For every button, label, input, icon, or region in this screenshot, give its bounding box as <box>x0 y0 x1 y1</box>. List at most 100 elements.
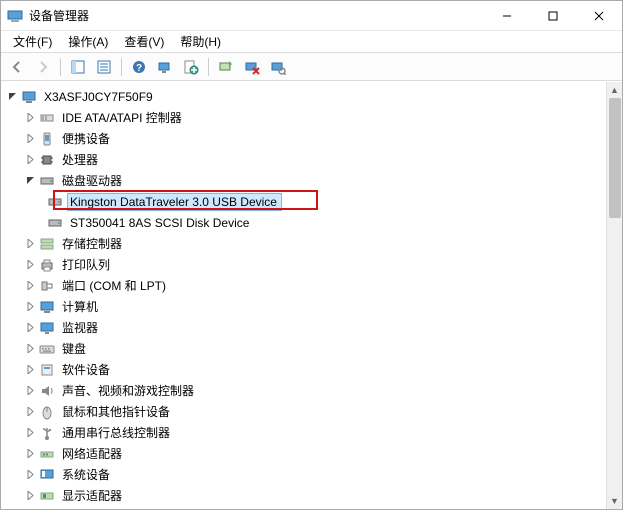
system-icon <box>39 467 55 483</box>
tree-category[interactable]: 打印队列 <box>5 254 606 275</box>
tree-category-label: 便携设备 <box>59 128 115 149</box>
menu-view[interactable]: 查看(V) <box>116 31 172 52</box>
toolbar-back-button[interactable] <box>5 56 29 78</box>
expander-icon[interactable] <box>23 342 37 356</box>
tree-category-label: 通用串行总线控制器 <box>59 422 175 443</box>
tree-category[interactable]: 监视器 <box>5 317 606 338</box>
disk-icon <box>47 194 63 210</box>
device-tree[interactable]: X3ASFJ0CY7F50F9 IDE ATA/ATAPI 控制器 便携设备 处… <box>1 82 606 509</box>
tree-category[interactable]: 便携设备 <box>5 128 606 149</box>
minimize-button[interactable] <box>484 1 530 31</box>
scroll-track[interactable] <box>607 98 623 493</box>
tree-category[interactable]: 鼠标和其他指针设备 <box>5 401 606 422</box>
toolbar-separator <box>60 58 61 76</box>
display-adapter-icon <box>39 488 55 504</box>
tree-category-label: 计算机 <box>59 296 103 317</box>
tree-category[interactable]: 软件设备 <box>5 359 606 380</box>
expander-icon[interactable] <box>23 237 37 251</box>
tree-category-label: 显示适配器 <box>59 485 127 506</box>
expander-icon[interactable] <box>23 111 37 125</box>
tree-root-label: X3ASFJ0CY7F50F9 <box>41 88 158 106</box>
tree-category-label: IDE ATA/ATAPI 控制器 <box>59 107 187 128</box>
toolbar-separator <box>208 58 209 76</box>
toolbar-scan-hardware-button[interactable] <box>266 56 290 78</box>
toolbar-uninstall-button[interactable] <box>240 56 264 78</box>
maximize-button[interactable] <box>530 1 576 31</box>
disk-drive-icon <box>39 173 55 189</box>
tree-category[interactable]: 存储控制器 <box>5 233 606 254</box>
tree-category-label: 鼠标和其他指针设备 <box>59 401 175 422</box>
tree-category[interactable]: IDE ATA/ATAPI 控制器 <box>5 107 606 128</box>
toolbar-scan-button[interactable] <box>153 56 177 78</box>
sound-icon <box>39 383 55 399</box>
toolbar-forward-button[interactable] <box>31 56 55 78</box>
tree-category[interactable]: 端口 (COM 和 LPT) <box>5 275 606 296</box>
expander-icon[interactable] <box>23 174 37 188</box>
menubar: 文件(F) 操作(A) 查看(V) 帮助(H) <box>1 31 622 53</box>
tree-device[interactable]: ST350041 8AS SCSI Disk Device <box>5 212 606 233</box>
printer-icon <box>39 257 55 273</box>
expander-icon[interactable] <box>23 489 37 503</box>
vertical-scrollbar[interactable]: ▲ ▼ <box>606 82 622 509</box>
window-title: 设备管理器 <box>29 7 89 24</box>
titlebar: 设备管理器 <box>1 1 622 31</box>
tree-category-label: 磁盘驱动器 <box>59 170 127 191</box>
svg-text:?: ? <box>136 63 142 74</box>
processor-icon <box>39 152 55 168</box>
menu-help[interactable]: 帮助(H) <box>172 31 229 52</box>
expander-icon[interactable] <box>23 321 37 335</box>
scroll-thumb[interactable] <box>609 98 621 218</box>
tree-category-label: 声音、视频和游戏控制器 <box>59 380 199 401</box>
tree-category-label: 端口 (COM 和 LPT) <box>59 275 171 296</box>
usb-icon <box>39 425 55 441</box>
expander-icon[interactable] <box>23 447 37 461</box>
network-icon <box>39 446 55 462</box>
toolbar-properties-button[interactable] <box>92 56 116 78</box>
tree-category-disk-drives[interactable]: 磁盘驱动器 <box>5 170 606 191</box>
tree-category-label: 监视器 <box>59 317 103 338</box>
expander-icon[interactable] <box>23 258 37 272</box>
expander-icon[interactable] <box>23 279 37 293</box>
menu-action[interactable]: 操作(A) <box>60 31 116 52</box>
expander-icon[interactable] <box>5 90 19 104</box>
tree-category[interactable]: 键盘 <box>5 338 606 359</box>
scroll-down-button[interactable]: ▼ <box>607 493 623 509</box>
expander-icon[interactable] <box>23 405 37 419</box>
scroll-up-button[interactable]: ▲ <box>607 82 623 98</box>
keyboard-icon <box>39 341 55 357</box>
tree-category[interactable]: 声音、视频和游戏控制器 <box>5 380 606 401</box>
app-icon <box>7 8 23 24</box>
toolbar-update-driver-button[interactable] <box>179 56 203 78</box>
menu-file[interactable]: 文件(F) <box>5 31 60 52</box>
tree-device-kingston[interactable]: Kingston DataTraveler 3.0 USB Device <box>5 191 606 212</box>
ide-controller-icon <box>39 110 55 126</box>
tree-category-label: 键盘 <box>59 338 91 359</box>
expander-icon[interactable] <box>23 363 37 377</box>
close-button[interactable] <box>576 1 622 31</box>
tree-category[interactable]: 计算机 <box>5 296 606 317</box>
expander-icon[interactable] <box>23 132 37 146</box>
expander-icon[interactable] <box>23 153 37 167</box>
tree-device-label: Kingston DataTraveler 3.0 USB Device <box>67 193 282 211</box>
tree-category[interactable]: 系统设备 <box>5 464 606 485</box>
tree-category-label: 存储控制器 <box>59 233 127 254</box>
expander-icon[interactable] <box>23 426 37 440</box>
expander-icon[interactable] <box>23 468 37 482</box>
tree-category[interactable]: 处理器 <box>5 149 606 170</box>
tree-category[interactable]: 通用串行总线控制器 <box>5 422 606 443</box>
computer-icon <box>21 89 37 105</box>
portable-device-icon <box>39 131 55 147</box>
tree-root[interactable]: X3ASFJ0CY7F50F9 <box>5 86 606 107</box>
toolbar-enable-button[interactable] <box>214 56 238 78</box>
storage-controller-icon <box>39 236 55 252</box>
tree-category-label: 系统设备 <box>59 464 115 485</box>
tree-category[interactable]: 网络适配器 <box>5 443 606 464</box>
expander-icon[interactable] <box>23 300 37 314</box>
expander-icon[interactable] <box>23 384 37 398</box>
tree-category-label: 处理器 <box>59 149 103 170</box>
toolbar-separator <box>121 58 122 76</box>
tree-category[interactable]: 显示适配器 <box>5 485 606 506</box>
toolbar-show-hide-tree-button[interactable] <box>66 56 90 78</box>
tree-category-label: 网络适配器 <box>59 443 127 464</box>
toolbar-help-button[interactable]: ? <box>127 56 151 78</box>
